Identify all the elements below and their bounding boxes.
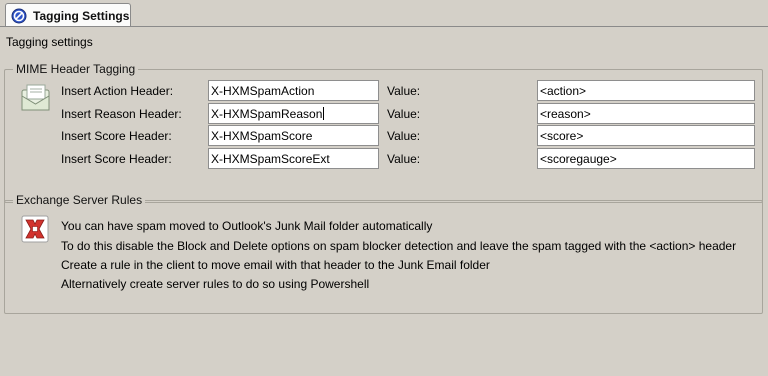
rule-line-3: Create a rule in the client to move emai…: [61, 258, 490, 272]
action-value-input[interactable]: <action>: [537, 80, 755, 101]
tag-settings-icon: [11, 8, 27, 23]
reason-value-input[interactable]: <reason>: [537, 103, 755, 124]
rule-line-4: Alternatively create server rules to do …: [61, 277, 370, 291]
exchange-server-icon: [21, 215, 49, 243]
action-header-input[interactable]: X-HXMSpamAction: [208, 80, 379, 101]
score-header-label: Insert Score Header:: [61, 129, 172, 143]
tagging-settings-panel: Tagging settings MIME Header Tagging Ins…: [0, 26, 768, 376]
envelope-icon: [21, 84, 50, 111]
tab-tagging-settings[interactable]: Tagging Settings: [5, 3, 131, 27]
exchange-server-rules-group: Exchange Server Rules You can have spam …: [4, 193, 763, 314]
tab-strip: Tagging Settings: [0, 0, 768, 27]
score-value-input[interactable]: <score>: [537, 125, 755, 146]
rule-line-1: You can have spam moved to Outlook's Jun…: [61, 219, 433, 233]
reason-header-input[interactable]: X-HXMSpamReason: [208, 103, 379, 124]
score-ext-header-label: Insert Score Header:: [61, 152, 172, 166]
tab-label: Tagging Settings: [33, 8, 130, 23]
score-ext-header-input[interactable]: X-HXMSpamScoreExt: [208, 148, 379, 169]
rules-group-legend: Exchange Server Rules: [13, 193, 146, 207]
score-ext-value-label: Value:: [387, 152, 421, 166]
score-header-input[interactable]: X-HXMSpamScore: [208, 125, 379, 146]
action-header-label: Insert Action Header:: [61, 84, 174, 98]
page-title: Tagging settings: [6, 35, 93, 49]
mime-group-legend: MIME Header Tagging: [13, 62, 139, 76]
rule-line-2: To do this disable the Block and Delete …: [61, 239, 737, 253]
mime-header-tagging-group: MIME Header Tagging Insert Action Header…: [4, 62, 763, 203]
reason-header-label: Insert Reason Header:: [61, 107, 182, 121]
action-value-label: Value:: [387, 84, 421, 98]
score-value-label: Value:: [387, 129, 421, 143]
reason-value-label: Value:: [387, 107, 421, 121]
score-ext-value-input[interactable]: <scoregauge>: [537, 148, 755, 169]
